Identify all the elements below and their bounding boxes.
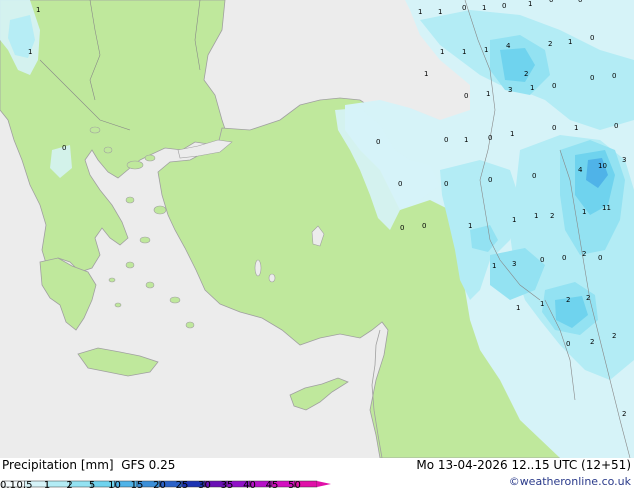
credit-link[interactable]: ©weatheronline.co.uk [509,475,631,488]
grid-value-label: 0 [62,144,66,152]
grid-value-label: 0 [462,4,466,12]
legend-label: 2 [66,480,73,491]
legend-label: 0.1 [0,480,16,491]
grid-value-label: 1 [438,8,442,16]
grid-value-label: 0 [540,256,544,264]
grid-value-label: 2 [590,338,594,346]
grid-value-label: 1 [28,48,32,56]
grid-value-label: 1 [36,6,40,14]
grid-value-label: 2 [566,296,570,304]
legend-label: 20 [153,480,166,491]
grid-value-label: 1 [582,208,586,216]
grid-value-label: 0 [598,254,602,262]
grid-value-label: 3 [508,86,512,94]
legend-label: 5 [88,480,96,491]
grid-value-label: 0 [566,340,570,348]
grid-value-label: 2 [622,410,626,418]
grid-value-label: 0 [398,180,402,188]
legend-label: 35 [220,480,234,491]
valid-time: Mo 13-04-2026 12..15 UTC (12+51) [416,458,631,472]
grid-value-label: 0 [376,138,380,146]
grid-value-label: 1 [516,304,520,312]
grid-value-label: 2 [586,294,590,302]
map-title: Precipitation [mm] GFS 0.25 [2,458,175,472]
grid-value-label: 1 [492,262,496,270]
grid-value-label: 0 [444,136,448,144]
grid-value-label: 0 [614,122,618,130]
precipitation-map: 1 1 1 0 1 0 1 0 01 1 1 1 4 2 1 01 0 020 1 3 1 000 110 01004 1030… [0,0,634,458]
grid-value-label: 1 [468,222,472,230]
grid-value-label: 3 [512,260,516,268]
legend-label: 40 [243,480,256,491]
grid-value-label: 0 [612,72,616,80]
legend-label: 30 [198,480,211,491]
grid-value-label: 0 [590,34,594,42]
grid-value-label: 1 [464,136,468,144]
grid-value-label: 2 [612,332,616,340]
grid-value-label: 1 [510,130,514,138]
grid-value-label: 0 [562,254,566,262]
grid-value-label: 10 [598,162,607,170]
legend-colorbar [1,473,332,492]
grid-value-label: 0 [549,0,553,4]
grid-value-label: 11 [602,204,611,212]
grid-value-label: 0 [552,124,556,132]
grid-value-label: 1 [424,70,428,78]
grid-value-label: 0 [464,92,468,100]
grid-value-label: 4 [578,166,583,174]
map-footer: Precipitation [mm] GFS 0.25 Mo 13-04-202… [0,458,634,492]
grid-value-label: 1 [568,38,572,46]
grid-value-label: 1 [534,212,538,220]
grid-value-label: 0 [422,222,426,230]
grid-value-label: 4 [506,42,511,50]
grid-value-label: 1 [486,90,490,98]
grid-value-label: 2 [582,250,586,258]
grid-value-label: 0 [502,2,506,10]
grid-value-label: 0 [444,180,448,188]
grid-value-label: 1 [440,48,444,56]
grid-value-label: 0 [552,82,556,90]
grid-value-label: 2 [524,70,528,78]
grid-value-label: 3 [622,156,626,164]
grid-value-label: 2 [548,40,552,48]
grid-value-label: 0 [488,176,492,184]
grid-value-label: 2 [550,212,554,220]
grid-value-label: 1 [484,46,488,54]
grid-value-label: 0 [590,74,594,82]
legend-label: 0.5 [16,480,33,491]
grid-value-label: 1 [418,8,422,16]
legend-label: 45 [265,480,279,491]
grid-value-label: 0 [400,224,404,232]
grid-value-label: 1 [512,216,516,224]
legend-arrow [317,481,331,487]
grid-value-label: 0 [488,134,492,142]
grid-value-label: 1 [528,0,532,8]
legend-label: 15 [130,480,144,491]
grid-value-label: 1 [540,300,544,308]
grid-value-label: 1 [482,4,486,12]
legend-label: 50 [288,480,301,491]
legend-label: 25 [175,480,189,491]
grid-value-label: 1 [530,84,534,92]
legend-svg [1,480,331,488]
legend-label: 10 [108,480,121,491]
model-label: GFS 0.25 [121,458,176,472]
grid-value-label: 1 [574,124,578,132]
legend-label: 1 [43,480,51,491]
variable-label: Precipitation [mm] [2,458,114,472]
grid-value-label: 0 [532,172,536,180]
grid-value-label: 0 [578,0,582,4]
grid-value-label: 1 [462,48,466,56]
